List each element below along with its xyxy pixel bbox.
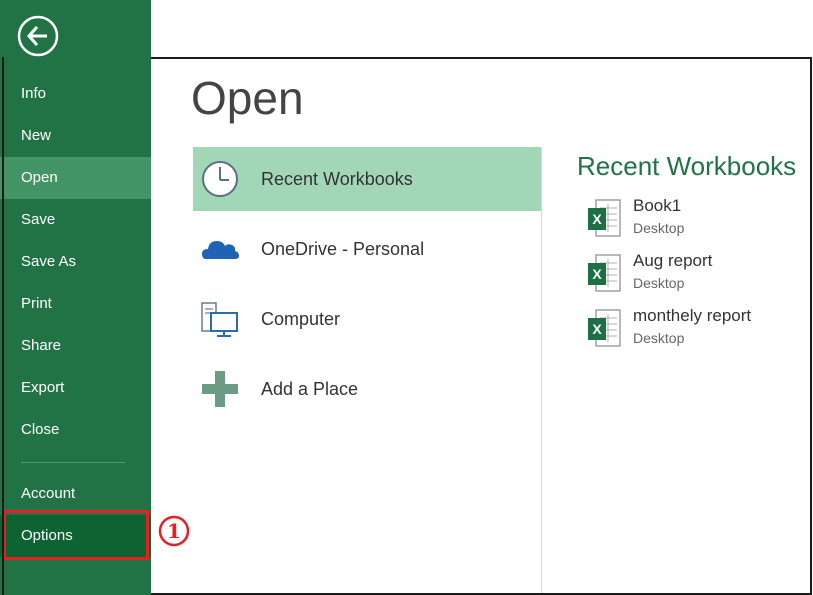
nav-print[interactable]: Print [0,283,151,325]
computer-icon [201,302,238,337]
back-arrow-icon [17,15,59,57]
cloud-icon [202,241,239,259]
excel-file-icon: X [588,309,621,347]
plus-icon [202,371,238,407]
recent-file-location: Desktop [633,220,685,236]
nav-save[interactable]: Save [0,199,151,241]
recent-file-name: Book1 [633,196,682,215]
recent-file-name: monthely report [633,306,752,325]
nav-share[interactable]: Share [0,325,151,367]
svg-text:X: X [592,321,602,337]
place-label: OneDrive - Personal [261,239,425,259]
place-computer[interactable]: Computer [193,287,541,351]
recent-file-location: Desktop [633,275,685,291]
place-label: Add a Place [261,379,359,399]
recent-file-item[interactable]: X monthely report Desktop [580,305,805,355]
svg-text:X: X [592,266,602,282]
options-highlight-box [3,510,149,560]
nav-info[interactable]: Info [0,73,151,115]
nav-divider [21,462,125,463]
nav-close[interactable]: Close [0,409,151,451]
excel-file-icon: X [588,199,621,237]
clock-icon [202,161,238,197]
excel-file-icon: X [588,254,621,292]
nav-new[interactable]: New [0,115,151,157]
place-recent-workbooks[interactable]: Recent Workbooks [193,147,541,211]
step-number-badge: 1 [158,515,190,547]
page-title: Open [191,72,304,124]
frame-line-left [2,57,4,595]
backstage-sidebar: Info New Open Save Save As Print Share E… [0,0,151,595]
place-onedrive[interactable]: OneDrive - Personal [193,217,541,281]
svg-text:X: X [592,211,602,227]
recent-file-location: Desktop [633,330,685,346]
frame-line-top [151,57,811,59]
nav-account[interactable]: Account [0,473,151,515]
recent-file-name: Aug report [633,251,713,270]
frame-line-right [810,57,812,595]
column-divider [541,148,542,593]
recent-file-item[interactable]: X Aug report Desktop [580,250,805,300]
place-label: Computer [261,309,341,329]
nav-export[interactable]: Export [0,367,151,409]
place-add-a-place[interactable]: Add a Place [193,357,541,421]
recent-workbooks-heading: Recent Workbooks [577,151,797,181]
back-button[interactable] [17,15,59,57]
recent-file-item[interactable]: X Book1 Desktop [580,195,805,245]
step-number: 1 [167,519,181,543]
place-label: Recent Workbooks [261,169,413,189]
nav-open[interactable]: Open [0,157,151,199]
nav-save-as[interactable]: Save As [0,241,151,283]
